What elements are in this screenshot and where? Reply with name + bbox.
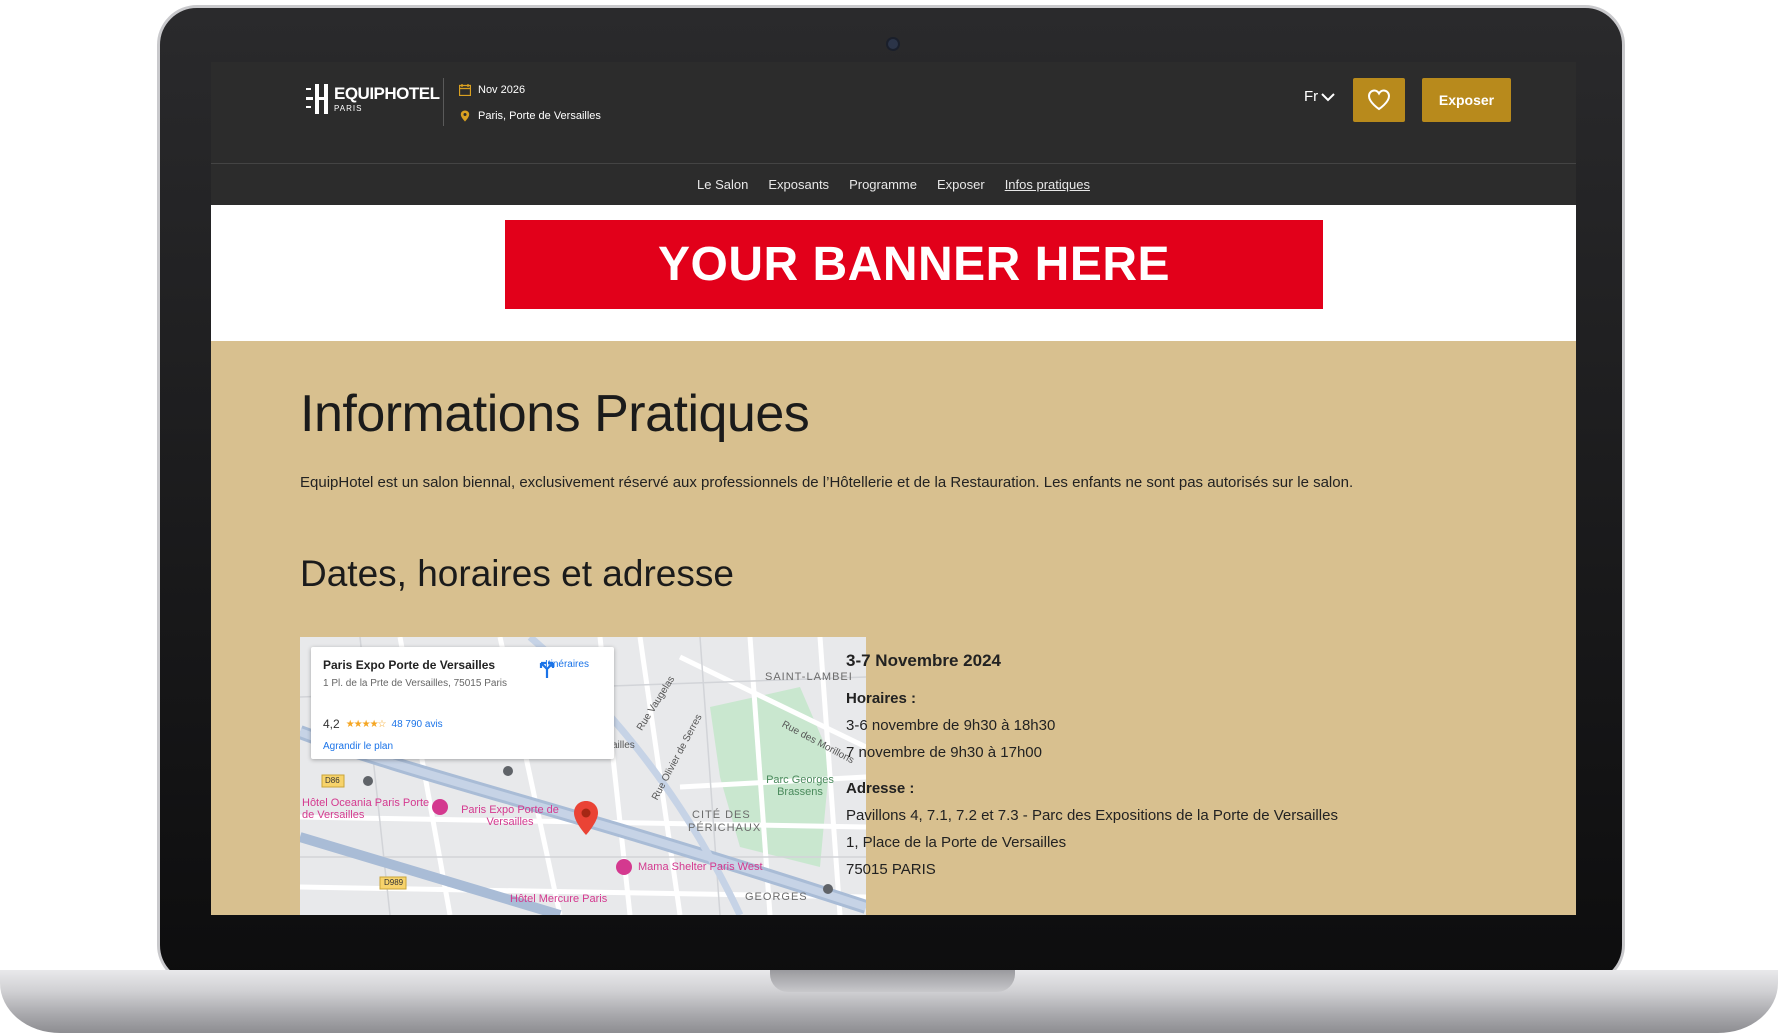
favorites-button[interactable] — [1353, 78, 1405, 122]
venue-map[interactable]: SAINT-LAMBEI Rue Vaugelas Rue Olivier de… — [300, 637, 866, 915]
nav-item-infos-pratiques[interactable]: Infos pratiques — [1005, 177, 1090, 192]
enlarge-map-link[interactable]: Agrandir le plan — [323, 741, 393, 752]
map-label-cite-des: CITÉ DES — [692, 809, 751, 821]
language-label: Fr — [1304, 88, 1319, 105]
event-date: Nov 2026 — [478, 84, 526, 96]
main-content: Informations Pratiques EquipHotel est un… — [211, 341, 1576, 915]
map-label-hotel-bottom: Hôtel Mercure Paris — [510, 893, 608, 905]
intro-paragraph: EquipHotel est un salon biennal, exclusi… — [300, 474, 1354, 491]
map-place-name: Paris Expo Porte de Versailles — [323, 658, 496, 672]
map-label-georges: GEORGES — [745, 891, 808, 903]
map-rating-value: 4,2 — [323, 717, 340, 731]
map-label-ailles: ailles — [612, 740, 635, 751]
site-header: EQUIPHOTEL PARIS Nov 2026 Paris, Porte d — [211, 62, 1576, 163]
nav-item-exposants[interactable]: Exposants — [768, 177, 829, 192]
chevron-down-icon — [1321, 92, 1335, 101]
address-line-2: 1, Place de la Porte de Versailles — [846, 834, 1067, 851]
laptop-base-notch — [770, 970, 1015, 992]
nav-item-exposer[interactable]: Exposer — [937, 177, 985, 192]
map-label-hotel-oceania: Hôtel Oceania Paris Porte de Versailles — [302, 797, 430, 821]
hours-line-2: 7 novembre de 9h30 à 17h00 — [846, 744, 1042, 761]
equiphotel-logo[interactable]: EQUIPHOTEL PARIS — [306, 82, 440, 126]
road-shield-d989: D989 — [384, 878, 404, 887]
website-screen: EQUIPHOTEL PARIS Nov 2026 Paris, Porte d — [211, 62, 1576, 915]
star-rating-icon: ★★★★☆ — [345, 718, 387, 730]
address-label: Adresse : — [846, 780, 915, 797]
event-dates: 3-7 Novembre 2024 — [846, 651, 1001, 670]
road-shield-d86: D86 — [325, 776, 340, 785]
calendar-icon — [459, 84, 471, 96]
nav-item-programme[interactable]: Programme — [849, 177, 917, 192]
address-line-1: Pavillons 4, 7.1, 7.2 et 7.3 - Parc des … — [846, 807, 1338, 824]
language-selector[interactable]: Fr — [1304, 88, 1335, 105]
map-rating: 4,2 ★★★★☆ 48 790 avis — [323, 717, 443, 731]
map-label-mama-shelter: Mama Shelter Paris West — [638, 861, 763, 873]
banner-zone: YOUR BANNER HERE — [211, 205, 1576, 341]
event-info: Nov 2026 Paris, Porte de Versailles — [459, 77, 601, 129]
map-info-card: Paris Expo Porte de Versailles 1 Pl. de … — [311, 647, 614, 759]
address-line-3: 75015 PARIS — [846, 861, 936, 878]
location-pin-icon — [460, 110, 470, 122]
webcam — [886, 37, 900, 51]
logo-text: EQUIPHOTEL — [334, 84, 440, 103]
ad-banner[interactable]: YOUR BANNER HERE — [505, 220, 1323, 309]
directions-icon — [539, 661, 555, 678]
expose-button[interactable]: Exposer — [1422, 78, 1511, 122]
header-divider — [443, 78, 444, 126]
main-nav: Le Salon Exposants Programme Exposer Inf… — [211, 163, 1576, 205]
map-place-address: 1 Pl. de la Prte de Versailles, 75015 Pa… — [323, 678, 507, 689]
page-title: Informations Pratiques — [300, 385, 810, 443]
logo-subtext: PARIS — [334, 104, 363, 113]
hours-label: Horaires : — [846, 690, 917, 707]
map-label-paris-expo: Paris Expo Porte de Versailles — [461, 804, 559, 828]
section-title: Dates, horaires et adresse — [300, 553, 734, 594]
event-location: Paris, Porte de Versailles — [478, 110, 601, 122]
map-pin-icon[interactable] — [574, 801, 598, 835]
heart-icon — [1367, 89, 1391, 111]
directions-button[interactable]: Itinéraires — [537, 659, 597, 678]
map-label-parc-georges-brassens: Parc Georges Brassens — [766, 774, 834, 798]
logo-mark-icon — [306, 84, 328, 114]
hours-line-1: 3-6 novembre de 9h30 à 18h30 — [846, 717, 1056, 734]
map-label-perichaux: PÉRICHAUX — [688, 822, 762, 834]
map-label-saint-lambert: SAINT-LAMBEI — [765, 671, 853, 683]
map-reviews-link[interactable]: 48 790 avis — [392, 719, 443, 730]
nav-item-le-salon[interactable]: Le Salon — [697, 177, 748, 192]
